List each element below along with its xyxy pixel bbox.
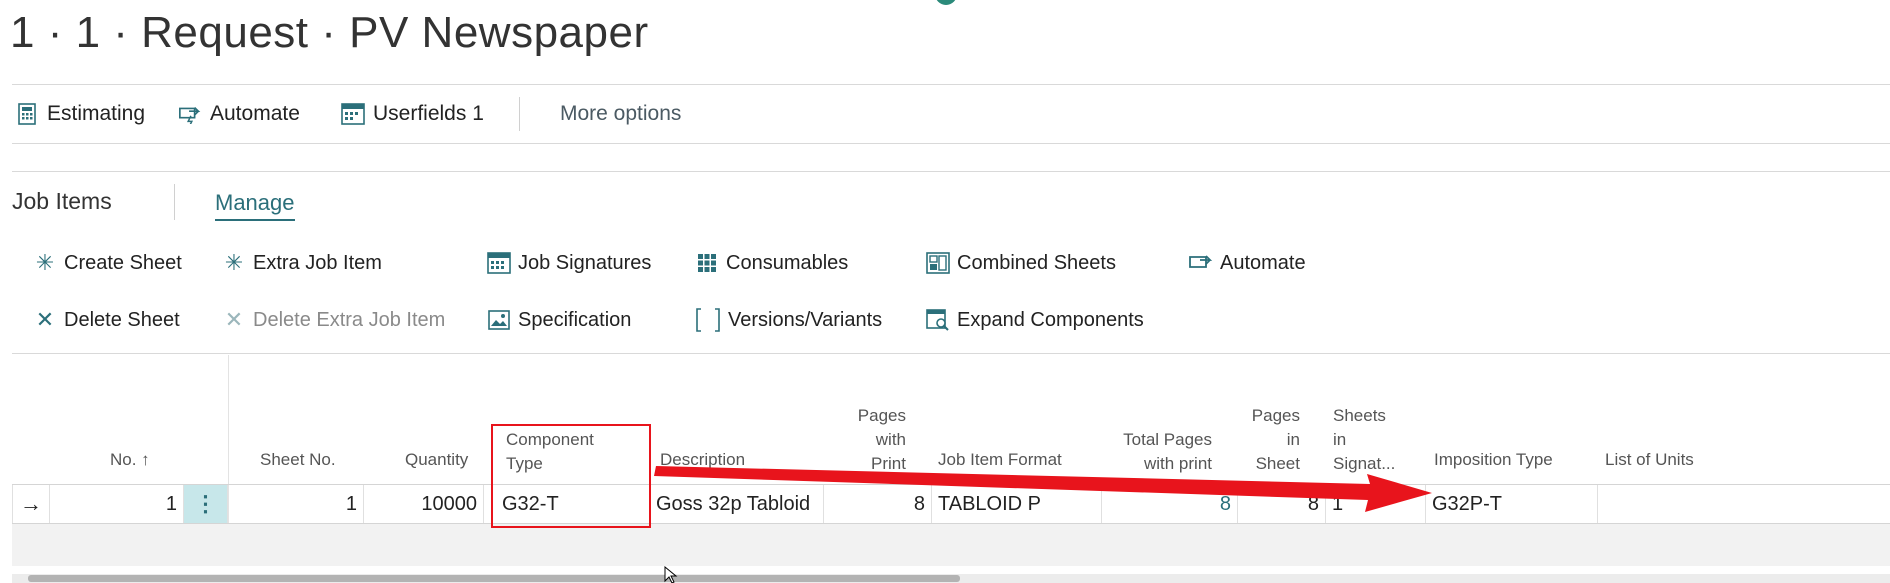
mouse-cursor-icon — [664, 566, 678, 583]
annotation-arrow — [654, 466, 1432, 512]
